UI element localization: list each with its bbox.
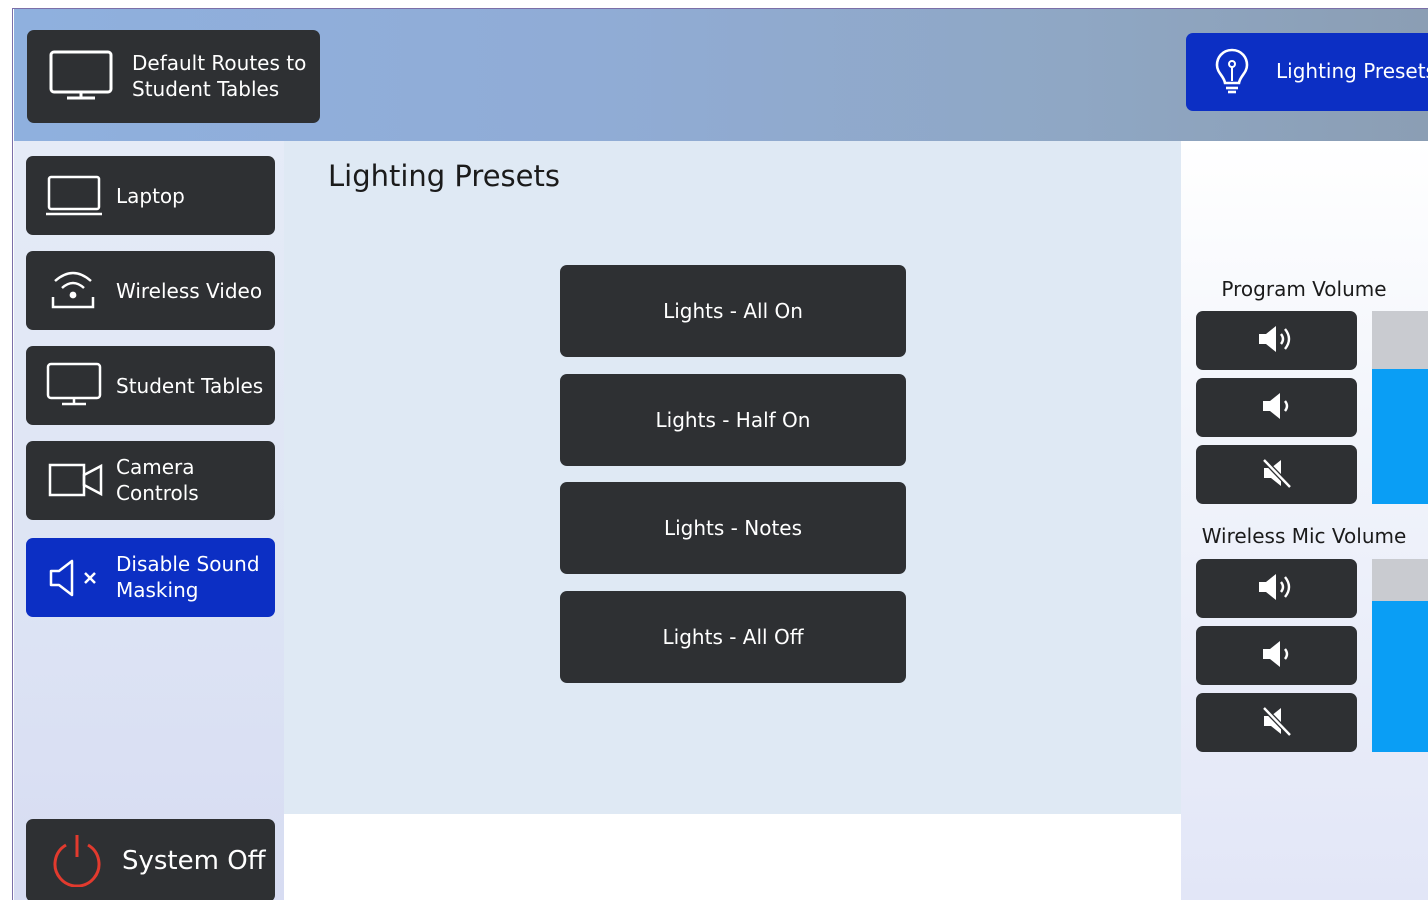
volume-down-icon xyxy=(1261,390,1293,426)
monitor-icon xyxy=(49,50,113,106)
sidebar-item-label: Camera Controls xyxy=(116,455,199,505)
volume-up-icon xyxy=(1257,323,1297,359)
mic-volume-up-button[interactable] xyxy=(1196,559,1357,618)
sidebar-item-laptop[interactable]: Laptop xyxy=(26,156,275,235)
page-title: Lighting Presets xyxy=(328,159,560,193)
default-routes-button[interactable]: Default Routes to Student Tables xyxy=(27,30,320,123)
mic-volume-mute-button[interactable] xyxy=(1196,693,1357,752)
program-volume-down-button[interactable] xyxy=(1196,378,1357,437)
lighting-presets-tab-label: Lighting Presets xyxy=(1276,59,1428,83)
wireless-video-icon xyxy=(50,263,96,319)
program-volume-title: Program Volume xyxy=(1221,277,1387,301)
sidebar-item-wireless-video[interactable]: Wireless Video xyxy=(26,251,275,330)
preset-lights-notes-button[interactable]: Lights - Notes xyxy=(560,482,906,574)
power-icon xyxy=(50,833,104,891)
sidebar-item-student-tables[interactable]: Student Tables xyxy=(26,346,275,425)
lightbulb-icon xyxy=(1214,47,1250,99)
mic-volume-fill xyxy=(1372,601,1428,752)
monitor-icon xyxy=(46,362,102,412)
lighting-presets-panel: Lighting Presets Lights - All On Lights … xyxy=(284,141,1181,814)
sidebar-item-label: Student Tables xyxy=(116,374,264,398)
camera-icon xyxy=(48,463,104,503)
main-footer-area xyxy=(284,814,1181,900)
program-volume-slider[interactable] xyxy=(1372,311,1428,504)
lighting-presets-tab[interactable]: Lighting Presets xyxy=(1186,33,1428,111)
volume-panel: Program Volume Wireless Mic Volume xyxy=(1181,141,1428,900)
touch-panel: Default Routes to Student Tables Lightin… xyxy=(12,8,1428,900)
system-off-label: System Off xyxy=(122,846,266,876)
preset-lights-half-on-button[interactable]: Lights - Half On xyxy=(560,374,906,466)
wireless-mic-volume-title: Wireless Mic Volume xyxy=(1201,524,1407,548)
sidebar-item-camera-controls[interactable]: Camera Controls xyxy=(26,441,275,520)
default-routes-label: Default Routes to Student Tables xyxy=(132,51,307,101)
laptop-icon xyxy=(46,175,102,221)
sidebar: Laptop Wireless Video Student Tables Cam… xyxy=(14,141,284,900)
program-volume-fill xyxy=(1372,368,1428,504)
system-off-button[interactable]: System Off xyxy=(26,819,275,900)
sidebar-item-label: Wireless Video xyxy=(116,279,263,303)
mute-icon xyxy=(1261,456,1293,494)
header-bar: Default Routes to Student Tables Lightin… xyxy=(14,9,1428,141)
mic-volume-down-button[interactable] xyxy=(1196,626,1357,685)
program-volume-up-button[interactable] xyxy=(1196,311,1357,370)
preset-lights-all-on-button[interactable]: Lights - All On xyxy=(560,265,906,357)
volume-down-icon xyxy=(1261,638,1293,674)
mute-icon xyxy=(1261,704,1293,742)
speaker-mute-icon xyxy=(48,558,102,602)
preset-lights-all-off-button[interactable]: Lights - All Off xyxy=(560,591,906,683)
program-volume-mute-button[interactable] xyxy=(1196,445,1357,504)
sidebar-item-disable-sound-masking[interactable]: Disable Sound Masking xyxy=(26,538,275,617)
sidebar-item-label: Laptop xyxy=(116,184,185,208)
volume-up-icon xyxy=(1257,571,1297,607)
sidebar-item-label: Disable Sound Masking xyxy=(116,552,260,602)
mic-volume-slider[interactable] xyxy=(1372,559,1428,752)
